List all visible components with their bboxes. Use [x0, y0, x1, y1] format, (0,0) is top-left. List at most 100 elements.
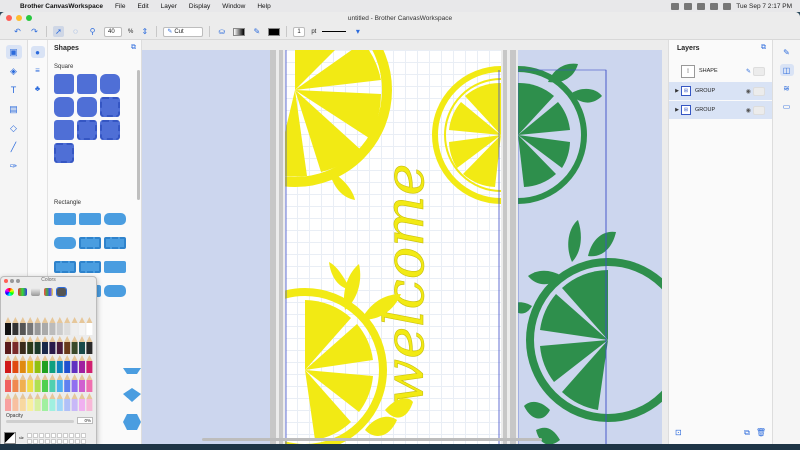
category-patterns[interactable]: ♣: [31, 82, 45, 94]
pencil-swatch[interactable]: [12, 317, 19, 335]
color-well[interactable]: [75, 432, 81, 438]
color-well[interactable]: [81, 432, 87, 438]
pencil-swatch[interactable]: [34, 374, 41, 392]
visibility-eye-icon[interactable]: ◉: [746, 107, 751, 114]
color-sliders-tab[interactable]: [18, 288, 27, 296]
disclosure-triangle-icon[interactable]: ▶: [673, 107, 681, 113]
canvas-area[interactable]: welcome: [142, 40, 662, 444]
pencil-swatch[interactable]: [27, 336, 34, 354]
shape-square[interactable]: [54, 74, 74, 94]
color-well[interactable]: [45, 438, 51, 444]
pencil-swatch[interactable]: [12, 393, 19, 411]
pencil-swatch[interactable]: [34, 355, 41, 373]
color-well[interactable]: [63, 432, 69, 438]
zoom-field[interactable]: 40: [104, 26, 122, 37]
opacity-value[interactable]: 0%: [77, 417, 93, 424]
pencil-swatch[interactable]: [27, 355, 34, 373]
pencil-swatch[interactable]: [34, 317, 41, 335]
close-window-button[interactable]: [6, 15, 12, 21]
line-width-field[interactable]: 1: [293, 26, 306, 37]
pencil-swatch[interactable]: [64, 317, 71, 335]
pencil-swatch[interactable]: [86, 336, 93, 354]
lime-slice-top[interactable]: [517, 60, 616, 204]
pencil-swatch[interactable]: [34, 393, 41, 411]
color-well[interactable]: [39, 432, 45, 438]
color-well[interactable]: [51, 432, 57, 438]
citrus-slice-right[interactable]: [432, 60, 501, 210]
tool-object[interactable]: ▣: [5, 45, 22, 59]
pencil-swatch[interactable]: [27, 317, 34, 335]
pencil-swatch[interactable]: [5, 355, 11, 373]
shape-scalloped-square[interactable]: [54, 143, 74, 163]
pencil-swatch[interactable]: [42, 355, 48, 373]
shape-rectangle[interactable]: [79, 213, 101, 225]
eyedropper-icon[interactable]: ✑: [19, 435, 24, 442]
status-search-icon[interactable]: [723, 2, 732, 10]
pencil-swatch[interactable]: [19, 336, 26, 354]
pencil-swatch[interactable]: [71, 317, 78, 335]
pencil-swatch[interactable]: [71, 355, 78, 373]
menu-layer[interactable]: Layer: [161, 3, 177, 10]
color-wheel-tab[interactable]: [5, 288, 14, 296]
artboard[interactable]: welcome: [285, 50, 501, 444]
color-well[interactable]: [33, 432, 39, 438]
pencil-swatch[interactable]: [56, 355, 63, 373]
pencil-swatch[interactable]: [71, 393, 78, 411]
status-wifi-icon[interactable]: [697, 2, 706, 10]
pencil-swatch[interactable]: [86, 374, 93, 392]
category-lines[interactable]: ≡: [31, 64, 45, 76]
menu-app-name[interactable]: Brother CanvasWorkspace: [20, 3, 103, 10]
color-well[interactable]: [51, 438, 57, 444]
pencil-swatch[interactable]: [5, 317, 11, 335]
disclosure-triangle-icon[interactable]: ▶: [673, 88, 681, 94]
pencil-swatch[interactable]: [86, 393, 93, 411]
menu-window[interactable]: Window: [222, 3, 245, 10]
pencil-swatch[interactable]: [49, 393, 56, 411]
pencil-swatch[interactable]: [5, 393, 11, 411]
pencil-swatch[interactable]: [42, 374, 48, 392]
tool-freehand[interactable]: ✑: [6, 159, 22, 173]
pencil-swatch[interactable]: [19, 374, 26, 392]
color-well[interactable]: [69, 432, 75, 438]
color-well[interactable]: [69, 438, 75, 444]
pencil-swatch[interactable]: [49, 336, 56, 354]
shape-hexagon[interactable]: [123, 414, 141, 430]
layer-row[interactable]: ▯ SHAPE ✎: [669, 62, 773, 80]
color-palettes-tab[interactable]: [31, 288, 40, 296]
zoom-stepper[interactable]: ⇕: [139, 26, 150, 37]
stack-button[interactable]: ≋: [780, 82, 794, 94]
minimize-window-button[interactable]: [16, 15, 22, 21]
shape-rounded-square[interactable]: [100, 74, 120, 94]
pencil-swatch[interactable]: [64, 355, 71, 373]
pencil-swatch[interactable]: [49, 374, 56, 392]
menu-file[interactable]: File: [115, 3, 125, 10]
lasso-tool-button[interactable]: ◌: [70, 26, 81, 37]
pencil-swatch[interactable]: [42, 317, 48, 335]
pencil-swatch[interactable]: [5, 374, 11, 392]
shape-rectangle[interactable]: [54, 213, 76, 225]
lemon-slice-top[interactable]: [285, 50, 392, 187]
panel-collapse-icon[interactable]: ⧉: [131, 44, 136, 52]
shape-rectangle[interactable]: [104, 261, 126, 273]
status-battery-icon[interactable]: [710, 2, 719, 10]
tool-shapes[interactable]: ◈: [6, 64, 22, 78]
layer-lock-toggle[interactable]: [753, 66, 765, 76]
trash-icon[interactable]: 🗑︎: [756, 428, 766, 438]
shape-rounded-rectangle[interactable]: [104, 285, 126, 297]
pencil-swatch[interactable]: [12, 336, 19, 354]
pencil-swatch[interactable]: [42, 336, 48, 354]
redo-button[interactable]: ↷: [29, 26, 40, 37]
shape-trapezoid[interactable]: [123, 368, 141, 374]
pencil-swatch[interactable]: [27, 393, 34, 411]
duplicate-icon[interactable]: ⧉: [744, 428, 750, 438]
shape-square[interactable]: [54, 120, 74, 140]
color-well[interactable]: [63, 438, 69, 444]
menu-edit[interactable]: Edit: [137, 3, 148, 10]
color-well[interactable]: [27, 438, 33, 444]
layer-row[interactable]: ▶ ⊞ GROUP ◉: [669, 82, 773, 100]
line-color-button[interactable]: ✎: [251, 26, 262, 37]
pencil-swatch[interactable]: [86, 317, 93, 335]
pencil-swatch[interactable]: [49, 317, 56, 335]
menu-help[interactable]: Help: [257, 3, 270, 10]
pencil-swatch[interactable]: [71, 336, 78, 354]
